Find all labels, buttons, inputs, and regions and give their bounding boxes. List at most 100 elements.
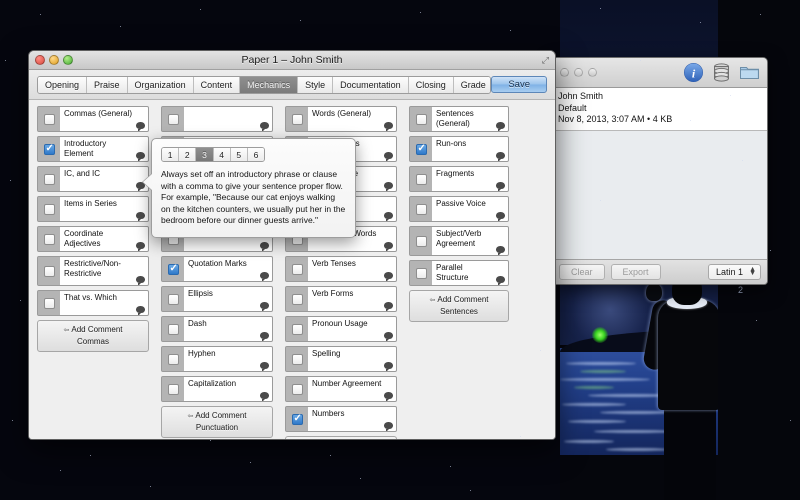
rating-option-6[interactable]: 6 — [247, 148, 264, 161]
criterion-checkbox[interactable] — [415, 143, 427, 155]
criterion-label-cell[interactable]: Coordinate Adjectives — [60, 227, 148, 251]
tab-organization[interactable]: Organization — [127, 76, 194, 93]
criterion-row[interactable] — [161, 106, 273, 132]
criterion-label-cell[interactable]: Numbers — [308, 407, 396, 431]
criterion-checkbox[interactable] — [291, 293, 303, 305]
tab-closing[interactable]: Closing — [408, 76, 454, 93]
criterion-label-cell[interactable]: Parallel Structure — [432, 261, 508, 285]
criterion-checkbox-cell[interactable] — [38, 137, 60, 161]
info-icon[interactable]: i — [683, 62, 704, 83]
comment-bubble-icon[interactable] — [260, 302, 269, 311]
criterion-checkbox[interactable] — [43, 203, 55, 215]
criterion-row[interactable]: Parallel Structure — [409, 260, 509, 286]
tab-praise[interactable]: Praise — [87, 76, 128, 93]
comment-bubble-icon[interactable] — [384, 212, 393, 221]
criterion-label-cell[interactable]: Number Agreement — [308, 377, 396, 401]
tab-grade[interactable]: Grade — [453, 76, 491, 93]
comment-bubble-icon[interactable] — [136, 276, 145, 285]
criterion-row[interactable]: Hyphen — [161, 346, 273, 372]
criterion-checkbox-cell[interactable] — [410, 167, 432, 191]
criterion-row[interactable]: Subject/Verb Agreement — [409, 226, 509, 256]
close-button[interactable] — [35, 55, 45, 65]
criterion-label-cell[interactable]: Ellipsis — [184, 287, 272, 311]
comment-bubble-icon[interactable] — [496, 246, 505, 255]
criterion-label-cell[interactable]: Spelling — [308, 347, 396, 371]
criterion-label-cell[interactable]: Subject/Verb Agreement — [432, 227, 508, 255]
comment-bubble-icon[interactable] — [136, 242, 145, 251]
add-comment-button-punctuation[interactable]: ⇦ Add Comment Punctuation — [161, 406, 273, 438]
add-comment-button-commas[interactable]: ⇦ Add Comment Commas — [37, 320, 149, 352]
criterion-checkbox[interactable] — [43, 113, 55, 125]
criterion-checkbox-cell[interactable] — [410, 107, 432, 131]
criterion-checkbox[interactable] — [167, 323, 179, 335]
criterion-checkbox[interactable] — [167, 293, 179, 305]
criterion-checkbox[interactable] — [43, 173, 55, 185]
criterion-label-cell[interactable]: Sentences (General) — [432, 107, 508, 131]
criterion-row[interactable]: Numbers — [285, 406, 397, 432]
criterion-label-cell[interactable]: Introductory Element — [60, 137, 148, 161]
comment-bubble-icon[interactable] — [384, 122, 393, 131]
criterion-label-cell[interactable] — [184, 107, 272, 131]
comment-bubble-icon[interactable] — [384, 242, 393, 251]
criterion-row[interactable]: Verb Forms — [285, 286, 397, 312]
back-window-titlebar[interactable]: i — [553, 58, 767, 88]
comment-bubble-icon[interactable] — [260, 122, 269, 131]
criterion-checkbox-cell[interactable] — [162, 347, 184, 371]
criterion-checkbox[interactable] — [43, 233, 55, 245]
criterion-checkbox[interactable] — [291, 413, 303, 425]
comment-bubble-icon[interactable] — [496, 122, 505, 131]
criterion-checkbox[interactable] — [415, 113, 427, 125]
criterion-checkbox-cell[interactable] — [410, 227, 432, 255]
criterion-checkbox-cell[interactable] — [410, 261, 432, 285]
criterion-label-cell[interactable]: Restrictive/Non-Restrictive — [60, 257, 148, 285]
criterion-label-cell[interactable]: Run-ons — [432, 137, 508, 161]
criterion-label-cell[interactable]: Words (General) — [308, 107, 396, 131]
criterion-row[interactable]: Pronoun Usage — [285, 316, 397, 342]
tab-mechanics[interactable]: Mechanics — [240, 76, 299, 93]
database-icon[interactable] — [711, 62, 732, 83]
criterion-checkbox[interactable] — [291, 383, 303, 395]
criterion-checkbox-cell[interactable] — [410, 137, 432, 161]
criterion-checkbox-cell[interactable] — [38, 197, 60, 221]
comment-bubble-icon[interactable] — [260, 332, 269, 341]
tab-content[interactable]: Content — [193, 76, 241, 93]
criterion-checkbox-cell[interactable] — [286, 257, 308, 281]
criterion-checkbox-cell[interactable] — [38, 291, 60, 315]
criterion-checkbox[interactable] — [167, 113, 179, 125]
criterion-popover[interactable]: 123456 Always set off an introductory ph… — [151, 138, 356, 238]
criterion-label-cell[interactable]: That vs. Which — [60, 291, 148, 315]
criterion-row[interactable]: Commas (General) — [37, 106, 149, 132]
criterion-label-cell[interactable]: Dash — [184, 317, 272, 341]
criterion-checkbox-cell[interactable] — [410, 197, 432, 221]
criterion-label-cell[interactable]: Pronoun Usage — [308, 317, 396, 341]
rating-option-4[interactable]: 4 — [213, 148, 231, 161]
criterion-checkbox[interactable] — [43, 143, 55, 155]
criterion-label-cell[interactable]: Quotation Marks — [184, 257, 272, 281]
comment-bubble-icon[interactable] — [496, 152, 505, 161]
criterion-label-cell[interactable]: Hyphen — [184, 347, 272, 371]
tab-documentation[interactable]: Documentation — [333, 76, 409, 93]
comment-bubble-icon[interactable] — [384, 182, 393, 191]
criterion-checkbox[interactable] — [43, 297, 55, 309]
comment-bubble-icon[interactable] — [496, 182, 505, 191]
tab-opening[interactable]: Opening — [38, 76, 88, 93]
zoom-button[interactable] — [63, 55, 73, 65]
criterion-checkbox-cell[interactable] — [162, 287, 184, 311]
criterion-checkbox[interactable] — [291, 113, 303, 125]
criterion-row[interactable]: Fragments — [409, 166, 509, 192]
add-comment-button-words[interactable]: ⇦Add CommentWords — [285, 436, 397, 439]
criterion-checkbox-cell[interactable] — [38, 257, 60, 285]
criterion-checkbox-cell[interactable] — [162, 377, 184, 401]
criterion-label-cell[interactable]: Commas (General) — [60, 107, 148, 131]
criterion-checkbox-cell[interactable] — [286, 107, 308, 131]
criterion-checkbox[interactable] — [291, 323, 303, 335]
comment-bubble-icon[interactable] — [384, 272, 393, 281]
criterion-label-cell[interactable]: Verb Tenses — [308, 257, 396, 281]
comment-bubble-icon[interactable] — [384, 152, 393, 161]
criterion-checkbox-cell[interactable] — [286, 317, 308, 341]
rating-option-2[interactable]: 2 — [179, 148, 197, 161]
comment-bubble-icon[interactable] — [260, 242, 269, 251]
criterion-row[interactable]: Dash — [161, 316, 273, 342]
criterion-checkbox[interactable] — [291, 353, 303, 365]
comment-bubble-icon[interactable] — [260, 272, 269, 281]
